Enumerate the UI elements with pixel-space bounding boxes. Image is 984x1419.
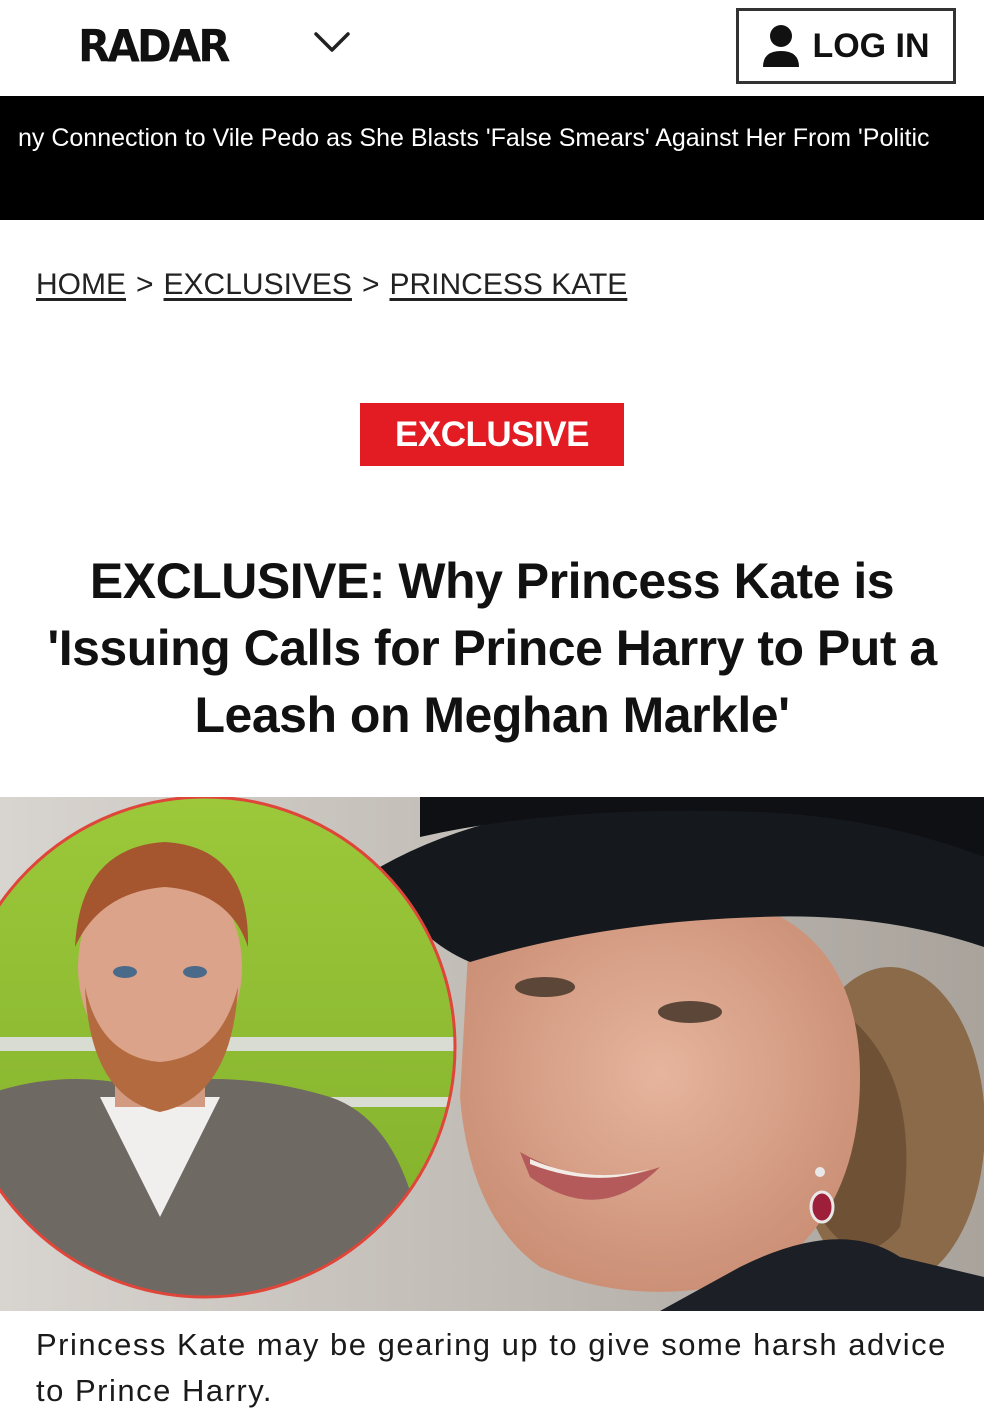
login-label: LOG IN [812,26,930,65]
breadcrumb-separator: > [361,268,380,301]
chevron-down-icon[interactable] [312,28,352,58]
breadcrumb-home[interactable]: HOME [36,268,126,301]
breadcrumb-separator: > [136,268,154,301]
ticker-text[interactable]: ny Connection to Vile Pedo as She Blasts… [18,124,962,153]
site-header: RADAR LOG IN [0,0,984,96]
exclusive-badge[interactable]: EXCLUSIVE [360,403,624,466]
site-logo[interactable]: RADAR [78,21,231,72]
article-headline: EXCLUSIVE: Why Princess Kate is 'Issuing… [47,553,937,743]
news-ticker[interactable]: ny Connection to Vile Pedo as She Blasts… [0,96,984,220]
breadcrumb-exclusives[interactable]: EXCLUSIVES [164,268,352,301]
hero-image [0,797,984,1311]
breadcrumb-princess-kate[interactable]: PRINCESS KATE [389,268,627,301]
image-caption: Princess Kate may be gearing up to give … [36,1327,947,1408]
login-button[interactable]: LOG IN [736,8,956,84]
user-icon [763,25,800,67]
breadcrumb: HOME > EXCLUSIVES > PRINCESS KATE [36,268,627,302]
